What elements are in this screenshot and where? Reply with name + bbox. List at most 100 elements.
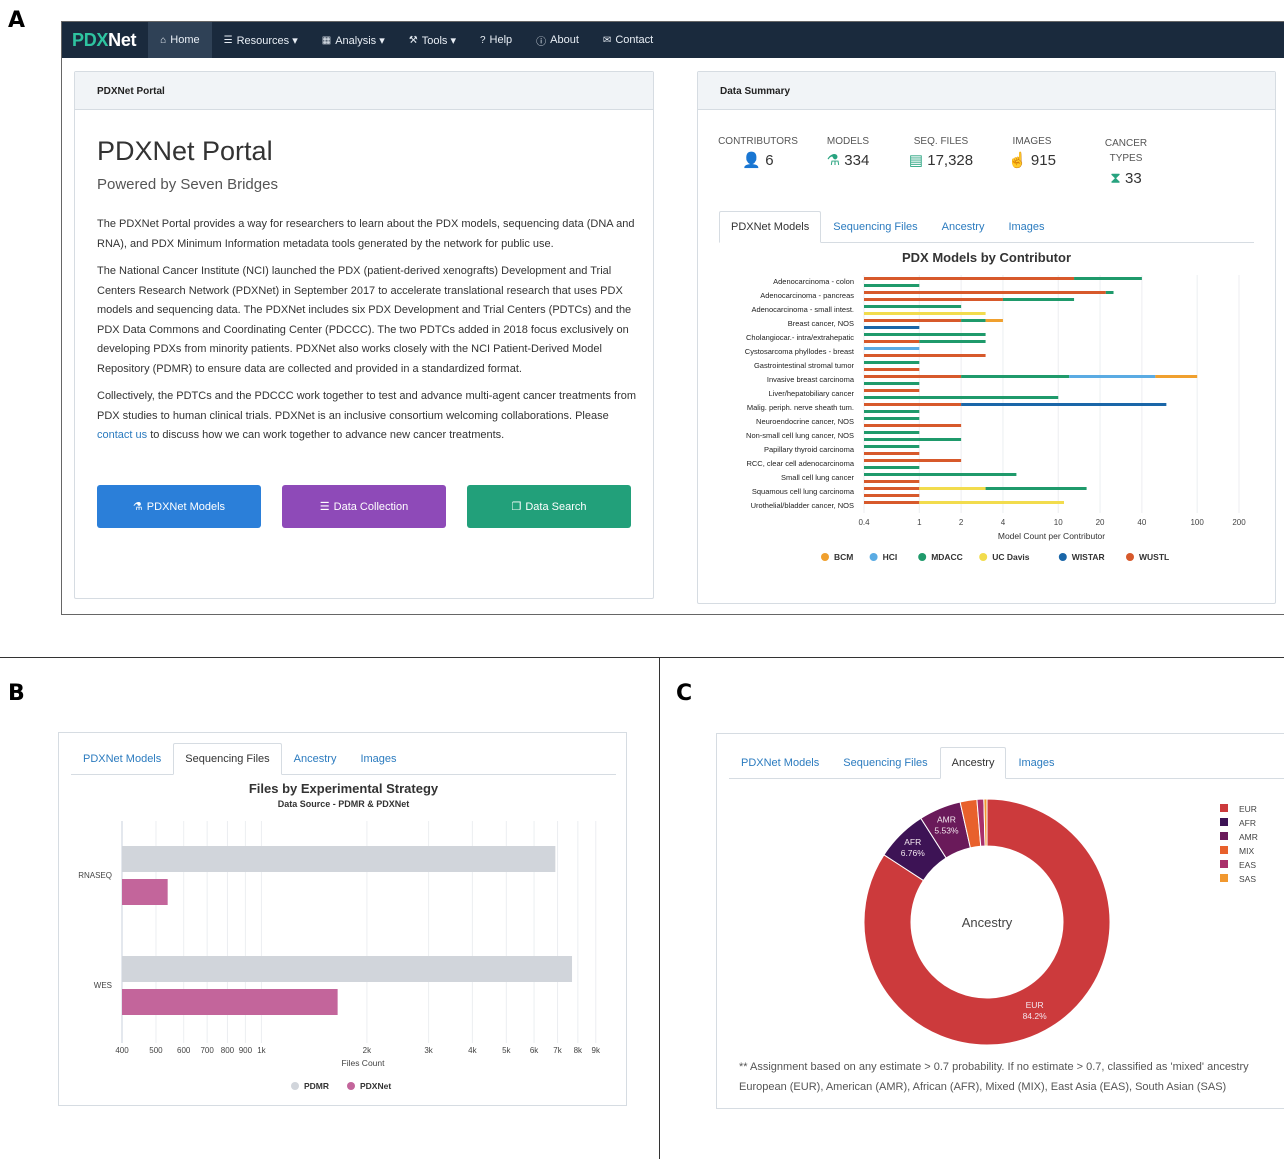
category-label: Gastrointestinal stromal tumor bbox=[754, 361, 855, 370]
category-label: Malig. periph. nerve sheath tum. bbox=[747, 403, 854, 412]
x-tick-label: 2k bbox=[363, 1046, 372, 1055]
nav-item-home[interactable]: ⌂ Home bbox=[148, 22, 212, 58]
bar-segment bbox=[864, 389, 920, 392]
panel-letter-a: A bbox=[8, 8, 26, 33]
nav-item-analysis[interactable]: ▦ Analysis ▾ bbox=[310, 22, 397, 58]
tab-ancestry[interactable]: Ancestry bbox=[930, 211, 997, 243]
files-bar-chart: 400 500 600 700 800 900 1k 2k 3k 4k 5k 6k 7k 8k 9k RNAS… bbox=[78, 821, 601, 1091]
flask-icon: ⚗ bbox=[826, 152, 841, 169]
x-tick-label: 4k bbox=[468, 1046, 477, 1055]
bar-segment bbox=[961, 375, 1070, 378]
data-collection-button[interactable]: ☰ Data Collection bbox=[282, 485, 446, 528]
bar-segment bbox=[1002, 298, 1075, 301]
bar-segment bbox=[864, 466, 920, 469]
x-tick-label: 2 bbox=[959, 518, 964, 527]
bar-segment bbox=[864, 284, 920, 287]
bar-segment bbox=[864, 480, 920, 483]
legend-label: MDACC bbox=[931, 552, 963, 562]
bar-segment bbox=[864, 452, 920, 455]
bar-segment bbox=[864, 396, 1059, 399]
legend-label: WISTAR bbox=[1072, 552, 1105, 562]
legend-label: MIX bbox=[1239, 846, 1254, 856]
x-tick-label: 100 bbox=[1190, 518, 1204, 527]
b-tab-sequencing-files[interactable]: Sequencing Files bbox=[173, 743, 282, 775]
b-tab-images[interactable]: Images bbox=[348, 743, 408, 775]
bar-segment bbox=[864, 368, 920, 371]
bar-segment bbox=[961, 403, 1167, 406]
portal-subtitle: Powered by Seven Bridges bbox=[97, 176, 278, 193]
help-icon: ? bbox=[479, 34, 486, 46]
brand-logo[interactable]: PDXNet bbox=[62, 30, 148, 51]
bar-segment bbox=[864, 277, 1075, 280]
c-tabs: PDXNet Models Sequencing Files Ancestry … bbox=[729, 747, 1284, 779]
bar-segment bbox=[864, 333, 986, 336]
nav-item-about[interactable]: ⓘ About bbox=[524, 22, 591, 58]
b-tab-ancestry[interactable]: Ancestry bbox=[282, 743, 349, 775]
sequencing-files-card: PDXNet Models Sequencing Files Ancestry … bbox=[58, 732, 627, 1106]
c-tab-images[interactable]: Images bbox=[1006, 747, 1066, 779]
category-label: RCC, clear cell adenocarcinoma bbox=[746, 459, 854, 468]
x-tick-label: 0.4 bbox=[858, 518, 870, 527]
bar-segment bbox=[864, 417, 920, 420]
portal-screenshot: PDXNet ⌂ Home ☰ Resources ▾ ▦ Analysis ▾ ⚒ Tool… bbox=[61, 21, 1284, 615]
legend-label: UC Davis bbox=[992, 552, 1030, 562]
mail-icon: ✉ bbox=[602, 34, 612, 46]
legend-swatch bbox=[1126, 553, 1134, 561]
divider-horizontal bbox=[0, 657, 1284, 658]
category-label: Small cell lung cancer bbox=[781, 473, 854, 482]
legend-swatch bbox=[821, 553, 829, 561]
contact-us-link[interactable]: contact us bbox=[97, 429, 147, 441]
x-tick-label: 9k bbox=[592, 1046, 601, 1055]
x-tick-label: 1k bbox=[257, 1046, 266, 1055]
legend-swatch bbox=[347, 1082, 355, 1090]
contributor-chart-title: PDX Models by Contributor bbox=[902, 250, 1071, 265]
legend-label: HCI bbox=[883, 552, 898, 562]
stat-contributors: CONTRIBUTORS 👤 6 bbox=[718, 136, 798, 169]
pdxnet-models-button[interactable]: ⚗ PDXNet Models bbox=[97, 485, 261, 528]
c-tab-ancestry[interactable]: Ancestry bbox=[939, 747, 1007, 779]
legend-swatch bbox=[1220, 832, 1228, 840]
bar-segment bbox=[864, 305, 962, 308]
category-label: Urothelial/bladder cancer, NOS bbox=[751, 501, 854, 510]
x-tick-label: 7k bbox=[553, 1046, 562, 1055]
bar-segment bbox=[919, 340, 986, 343]
x-axis-label: Model Count per Contributor bbox=[998, 531, 1105, 541]
legend-label: EAS bbox=[1239, 860, 1256, 870]
data-search-button[interactable]: ❐ Data Search bbox=[467, 485, 631, 528]
b-tabs: PDXNet Models Sequencing Files Ancestry … bbox=[71, 743, 616, 775]
portal-intro-paragraph: The PDXNet Portal provides a way for res… bbox=[97, 218, 635, 250]
c-tab-sequencing-files[interactable]: Sequencing Files bbox=[831, 747, 939, 779]
legend-swatch bbox=[1220, 860, 1228, 868]
category-label: Neuroendocrine cancer, NOS bbox=[756, 417, 854, 426]
legend-swatch bbox=[1220, 804, 1228, 812]
nav-item-resources[interactable]: ☰ Resources ▾ bbox=[212, 22, 310, 58]
search-files-icon: ❐ bbox=[511, 501, 522, 513]
tab-pdxnet-models[interactable]: PDXNet Models bbox=[719, 211, 822, 243]
category-label: Breast cancer, NOS bbox=[788, 319, 854, 328]
files-chart-subtitle: Data Source - PDMR & PDXNet bbox=[277, 799, 410, 809]
category-label: Papillary thyroid carcinoma bbox=[764, 445, 855, 454]
legend-swatch bbox=[869, 553, 878, 561]
category-label: Cystosarcoma phyllodes - breast bbox=[745, 347, 855, 356]
x-tick-label: 500 bbox=[149, 1046, 163, 1055]
bar-segment bbox=[864, 382, 920, 385]
nav-item-contact[interactable]: ✉ Contact bbox=[591, 22, 665, 58]
tab-images[interactable]: Images bbox=[996, 211, 1056, 243]
b-tab-pdxnet-models[interactable]: PDXNet Models bbox=[71, 743, 173, 775]
nav-item-help[interactable]: ? Help bbox=[468, 22, 524, 58]
bar-segment bbox=[1069, 375, 1156, 378]
bar-segment bbox=[864, 340, 920, 343]
c-tab-pdxnet-models[interactable]: PDXNet Models bbox=[729, 747, 831, 779]
bar-segment bbox=[1074, 277, 1142, 280]
info-icon: ⓘ bbox=[536, 36, 547, 48]
legend-swatch bbox=[1058, 553, 1067, 561]
bar-segment bbox=[864, 354, 986, 357]
bar-segment bbox=[864, 438, 962, 441]
tab-sequencing-files[interactable]: Sequencing Files bbox=[821, 211, 929, 243]
x-tick-label: 10 bbox=[1054, 518, 1063, 527]
legend-swatch bbox=[291, 1082, 299, 1090]
legend-label: PDMR bbox=[304, 1081, 329, 1091]
category-label: RNASEQ bbox=[78, 871, 112, 880]
nav-item-tools[interactable]: ⚒ Tools ▾ bbox=[397, 22, 468, 58]
stat-models: MODELS ⚗ 334 bbox=[826, 136, 870, 169]
